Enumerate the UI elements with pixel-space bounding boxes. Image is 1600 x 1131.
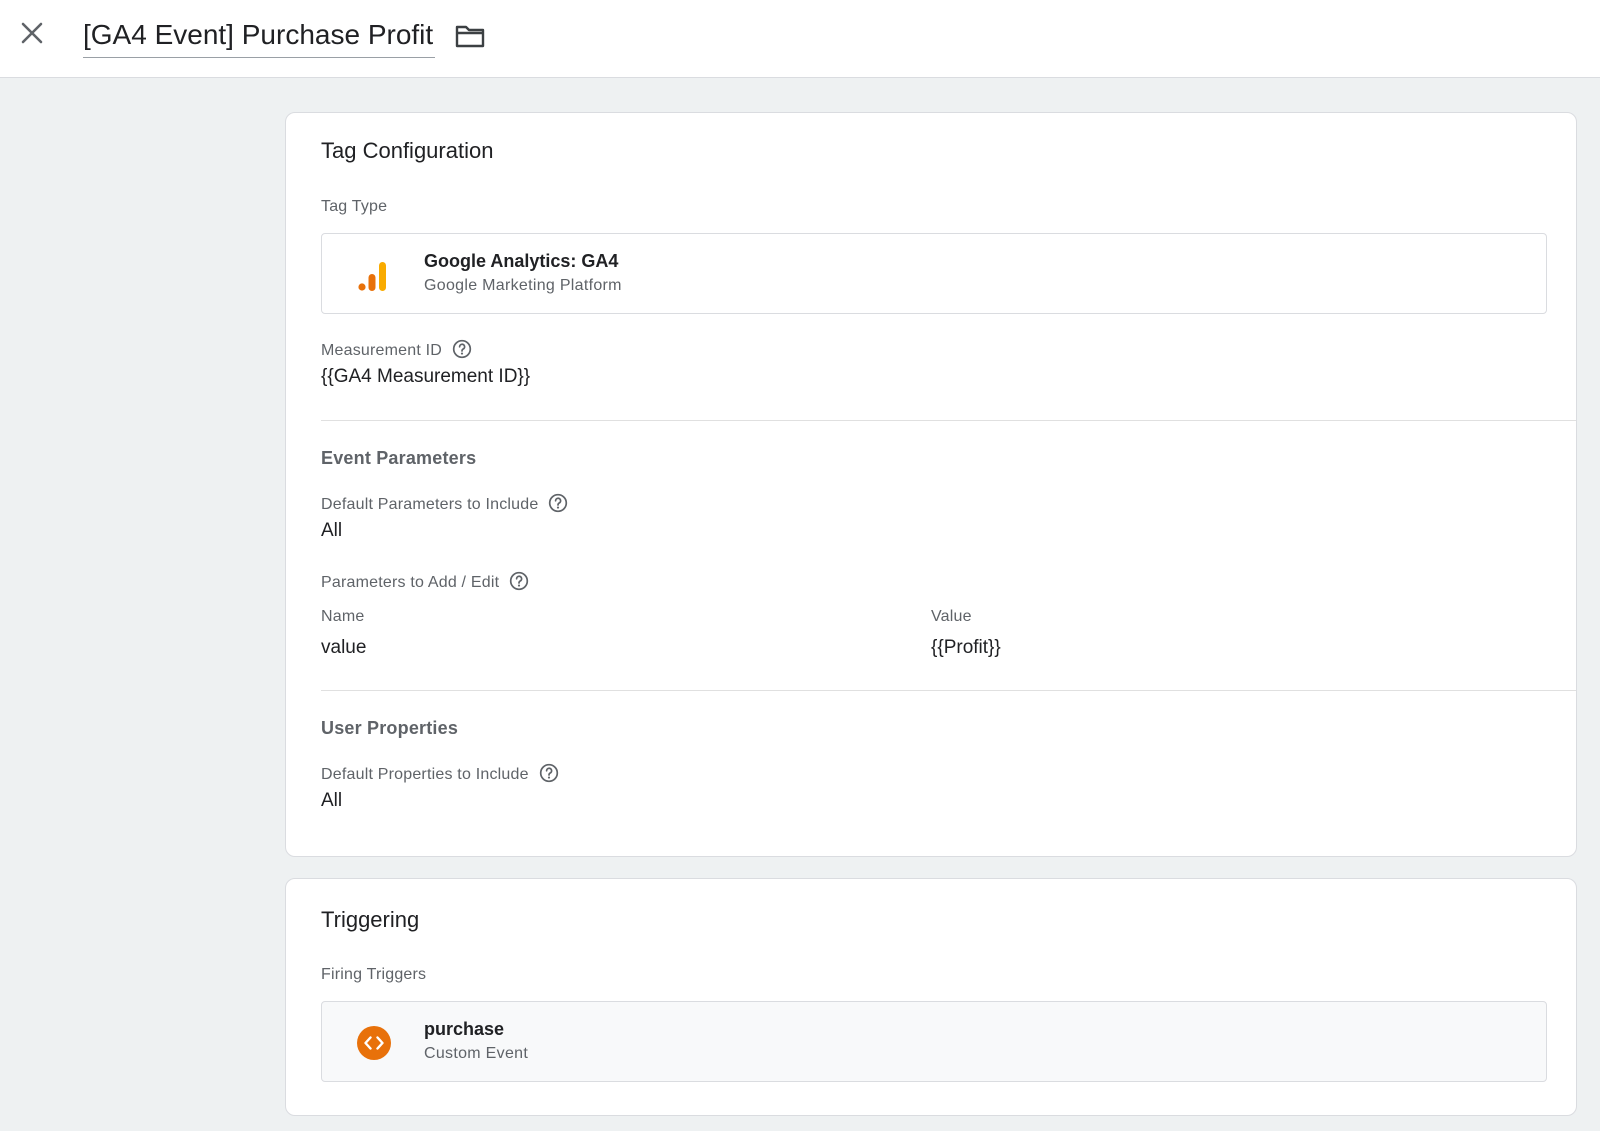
default-properties-label-text: Default Properties to Include [321, 766, 529, 783]
triggering-card[interactable]: Triggering Firing Triggers purchase Cust… [285, 878, 1577, 1116]
top-bar: [GA4 Event] Purchase Profit [0, 0, 1600, 78]
folder-button[interactable] [454, 22, 486, 50]
card-title: Tag Configuration [321, 138, 494, 163]
column-header-value: Value [931, 608, 972, 625]
card-title: Triggering [321, 907, 420, 932]
help-icon[interactable] [452, 339, 472, 359]
firing-trigger-item[interactable]: purchase Custom Event [321, 1001, 1547, 1082]
parameter-name-cell: value [321, 637, 367, 658]
divider [321, 690, 1576, 691]
tag-type-selector[interactable]: Google Analytics: GA4 Google Marketing P… [321, 233, 1547, 314]
folder-icon [455, 25, 485, 48]
column-header-name: Name [321, 608, 365, 625]
default-parameters-label-text: Default Parameters to Include [321, 496, 539, 513]
parameters-add-edit-label-text: Parameters to Add / Edit [321, 574, 500, 591]
divider [321, 420, 1576, 421]
parameter-value-cell: {{Profit}} [931, 637, 1001, 658]
trigger-type: Custom Event [424, 1045, 529, 1062]
firing-triggers-label: Firing Triggers [321, 966, 427, 983]
parameters-add-edit-label: Parameters to Add / Edit [321, 571, 529, 593]
tag-configuration-card[interactable]: Tag Configuration Tag Type Google Analyt… [285, 112, 1577, 857]
help-icon[interactable] [539, 763, 559, 783]
measurement-id-label: Measurement ID [321, 339, 472, 361]
close-icon [21, 22, 43, 44]
tag-type-name: Google Analytics: GA4 [424, 251, 619, 271]
custom-event-code-icon [357, 1026, 391, 1060]
close-button[interactable] [18, 19, 46, 47]
measurement-id-label-text: Measurement ID [321, 342, 443, 359]
help-icon[interactable] [509, 571, 529, 591]
user-properties-heading: User Properties [321, 718, 459, 738]
default-properties-value: All [321, 790, 343, 811]
measurement-id-value: {{GA4 Measurement ID}} [321, 366, 531, 387]
tag-name-input[interactable]: [GA4 Event] Purchase Profit [83, 18, 436, 58]
default-parameters-value: All [321, 520, 343, 541]
default-parameters-label: Default Parameters to Include [321, 493, 568, 515]
tag-type-label: Tag Type [321, 198, 388, 215]
event-parameters-heading: Event Parameters [321, 448, 477, 468]
help-icon[interactable] [548, 493, 568, 513]
google-analytics-bars-icon [358, 262, 386, 291]
tag-type-vendor: Google Marketing Platform [424, 277, 622, 294]
trigger-name: purchase [424, 1019, 505, 1039]
default-properties-label: Default Properties to Include [321, 763, 559, 785]
